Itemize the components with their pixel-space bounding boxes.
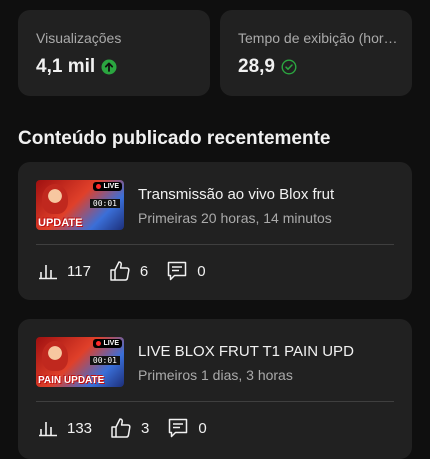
views-stat-card[interactable]: Visualizações 4,1 mil: [18, 10, 210, 96]
thumbnail-character: [42, 341, 68, 371]
likes-count: 3: [141, 419, 150, 437]
comments-count: 0: [197, 262, 206, 280]
check-circle-icon: [281, 59, 297, 75]
divider: [36, 244, 394, 245]
likes-metric: 6: [109, 260, 148, 282]
video-subtitle: Primeiros 1 dias, 3 horas: [138, 367, 293, 383]
watch-time-value: 28,9: [238, 56, 275, 77]
video-thumbnail[interactable]: LIVE 00:01 PAIN UPDATE: [36, 337, 124, 387]
comment-icon: [167, 417, 189, 439]
comments-metric: 0: [167, 417, 207, 439]
section-title: Conteúdo publicado recentemente: [18, 128, 331, 149]
comment-icon: [166, 260, 188, 282]
bar-chart-icon: [38, 261, 58, 281]
divider: [36, 401, 394, 402]
thumbnail-time: 00:01: [89, 199, 120, 208]
bar-chart-icon: [38, 418, 58, 438]
thumbs-up-icon: [109, 260, 131, 282]
video-title[interactable]: LIVE BLOX FRUT T1 PAIN UPD: [138, 343, 354, 360]
watch-time-label: Tempo de exibição (hor…: [238, 30, 398, 46]
video-card[interactable]: LIVE 00:01 PAIN UPDATE LIVE BLOX FRUT T1…: [18, 319, 412, 459]
thumbs-up-icon: [110, 417, 132, 439]
watch-time-stat-card[interactable]: Tempo de exibição (hor… 28,9: [220, 10, 412, 96]
video-title[interactable]: Transmissão ao vivo Blox frut: [138, 186, 334, 203]
live-badge: LIVE: [93, 182, 122, 191]
arrow-up-circle-icon: [101, 59, 117, 75]
comments-metric: 0: [166, 260, 206, 282]
views-count: 133: [67, 419, 93, 437]
likes-count: 6: [139, 262, 149, 280]
views-value: 4,1 mil: [36, 56, 96, 77]
live-badge: LIVE: [93, 339, 122, 348]
thumbnail-character: [42, 184, 68, 214]
video-thumbnail[interactable]: LIVE 00:01 UPDATE: [36, 180, 124, 230]
thumbnail-time: 00:01: [89, 356, 120, 365]
views-metric: 117: [38, 261, 91, 281]
video-card[interactable]: LIVE 00:01 UPDATE Transmissão ao vivo Bl…: [18, 162, 412, 300]
likes-metric: 3: [110, 417, 149, 439]
video-subtitle: Primeiras 20 horas, 14 minutos: [138, 210, 332, 226]
views-label: Visualizações: [36, 30, 122, 46]
thumbnail-text: PAIN UPDATE: [38, 375, 105, 386]
views-metric: 133: [38, 418, 92, 438]
views-count: 117: [67, 262, 91, 280]
thumbnail-text: UPDATE: [38, 217, 83, 229]
comments-count: 0: [198, 419, 207, 437]
